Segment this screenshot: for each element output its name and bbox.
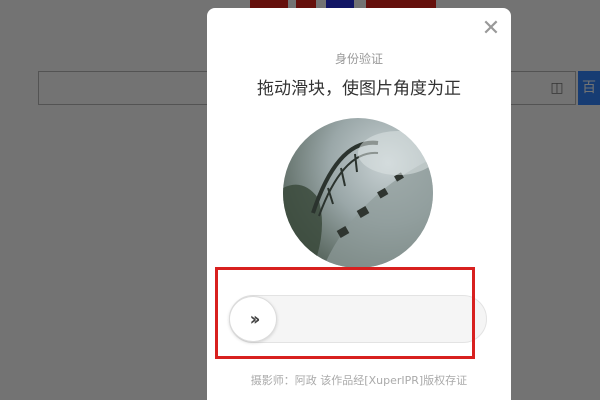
dialog-title: 拖动滑块，使图片角度为正: [257, 79, 461, 99]
dialog-subtitle: 身份验证: [334, 52, 383, 66]
photo-credit: 摄影师：阿政 该作品经[XuperIPR]版权存证: [250, 374, 468, 387]
close-icon[interactable]: ✕: [479, 17, 503, 41]
double-chevron-right-icon: ››: [249, 308, 261, 330]
slider-handle[interactable]: ››: [229, 296, 277, 342]
captcha-dialog: ✕ 身份验证 拖动滑块，使图片角度为正 ›› 摄影师：阿政 该作品经[Xuper…: [207, 8, 511, 418]
rotate-captcha-image: [283, 118, 433, 268]
